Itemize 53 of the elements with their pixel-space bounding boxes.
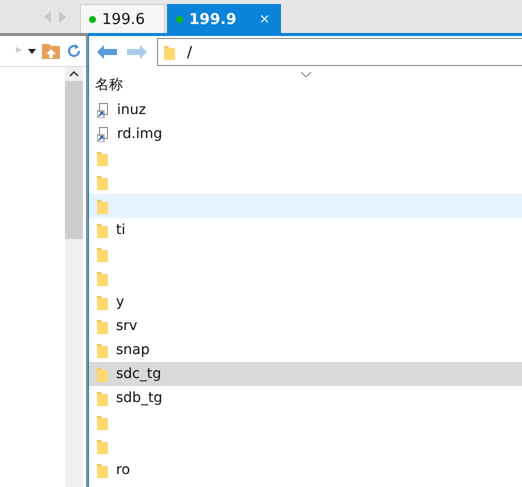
folder-icon	[97, 150, 108, 166]
path-field[interactable]: /	[157, 38, 522, 66]
forward-arrow-icon[interactable]	[127, 45, 147, 59]
status-dot-icon	[89, 16, 96, 22]
file-name: srv	[116, 318, 138, 334]
session-tab[interactable]: 199.9 ×	[167, 4, 281, 33]
tab-scroll-left-icon[interactable]	[44, 10, 51, 22]
folder-icon	[97, 270, 108, 286]
sort-caret-icon	[301, 72, 311, 77]
file-shortcut-icon	[97, 126, 109, 142]
file-name: y	[116, 294, 124, 310]
file-row[interactable]: snap	[89, 338, 522, 362]
folder-icon	[97, 366, 108, 382]
column-header[interactable]: 名称	[95, 76, 123, 98]
file-name: sdc_tg	[116, 366, 162, 382]
status-dot-icon	[176, 16, 183, 22]
file-row[interactable]: rd.img	[89, 122, 522, 146]
file-name: sdb_tg	[116, 390, 162, 406]
folder-icon	[97, 198, 108, 214]
folder-icon	[164, 44, 175, 60]
file-row[interactable]: sdb_tg	[89, 386, 522, 410]
folder-icon	[97, 222, 108, 238]
folder-icon	[97, 294, 108, 310]
folder-icon	[97, 462, 108, 478]
scrollbar[interactable]	[65, 67, 83, 487]
file-name: snap	[116, 342, 150, 358]
file-row[interactable]: ti	[89, 218, 522, 242]
folder-icon	[97, 246, 108, 262]
file-row[interactable]: ro	[89, 458, 522, 482]
file-row[interactable]: inuz	[89, 98, 522, 122]
file-name: ti	[116, 222, 126, 238]
folder-icon	[97, 438, 108, 454]
session-tab[interactable]: 199.6	[80, 4, 165, 33]
folder-icon	[97, 174, 108, 190]
refresh-icon[interactable]	[66, 43, 82, 59]
close-tab-button[interactable]: ×	[259, 12, 270, 26]
file-row[interactable]	[89, 194, 522, 218]
folder-icon	[97, 342, 108, 358]
folder-icon	[97, 390, 108, 406]
folder-icon	[97, 414, 108, 430]
file-row[interactable]: srv	[89, 314, 522, 338]
file-row[interactable]: sdc_tg	[89, 362, 522, 386]
tab-scroll-right-icon[interactable]	[59, 10, 66, 22]
home-folder-icon[interactable]	[42, 43, 60, 59]
folder-icon	[97, 318, 108, 334]
dropdown-caret-icon[interactable]	[28, 48, 36, 54]
file-name: rd.img	[117, 126, 162, 142]
file-name: ro	[116, 462, 130, 478]
back-arrow-icon[interactable]	[97, 45, 117, 59]
file-name: inuz	[117, 102, 146, 118]
file-row[interactable]: y	[89, 290, 522, 314]
scrollbar-thumb[interactable]	[65, 81, 83, 239]
file-shortcut-icon	[97, 102, 109, 118]
